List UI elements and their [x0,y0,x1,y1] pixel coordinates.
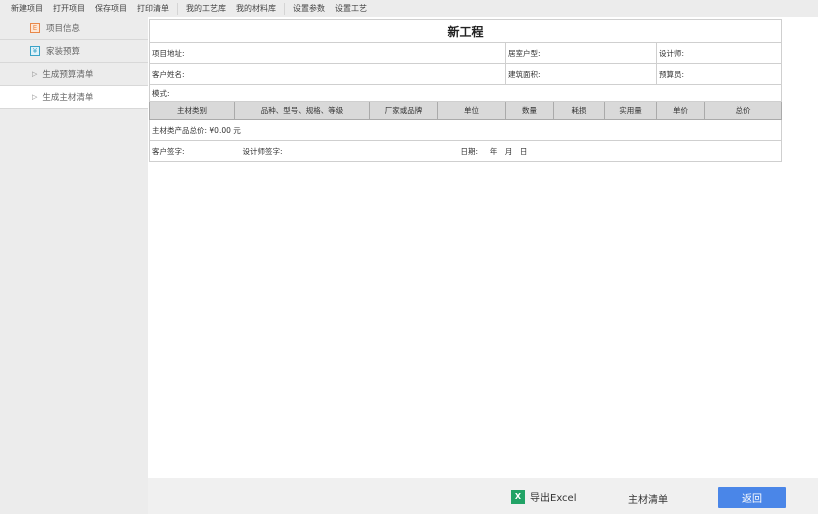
export-excel-button[interactable]: X 导出Excel [511,489,577,504]
settings-params-button[interactable]: 设置参数 [288,3,330,14]
sidebar-item-generate-budget-list[interactable]: ▷ 生成预算清单 [0,63,148,86]
mode-field: 模式: [148,84,783,102]
project-address-field[interactable]: 项目地址: [149,42,506,64]
sidebar-item-project-info[interactable]: E 项目信息 [0,17,148,40]
save-project-button[interactable]: 保存项目 [90,3,132,14]
project-info-icon: E [30,23,40,33]
sidebar-item-generate-material-list[interactable]: ▷ 生成主材清单 [0,86,148,109]
designer-signature: 设计师签字: [234,140,438,162]
column-header: 单位 [437,101,506,120]
bottom-bar: X 导出Excel 主材清单 返回 [148,478,818,514]
column-header: 总价 [703,101,783,120]
main-document: 新工程 项目地址: 居室户型: 设计师: 客户姓名: 建筑面积: 预算员: 模式: 主材… [148,17,818,478]
toolbar: 新建项目 打开项目 保存项目 打印清单 我的工艺库 我的材料库 设置参数 设置工… [0,0,818,17]
material-list-button[interactable]: 主材清单 [628,491,668,506]
sidebar-item-label: 生成主材清单 [42,93,94,103]
sidebar-item-budget[interactable]: ¥ 家装预算 [0,40,148,63]
table-header: 主材类别 品种、型号、规格、等级 厂家或品牌 单位 数量 耗损 实用量 单价 总… [149,101,783,120]
excel-icon: X [511,489,525,504]
my-process-library-button[interactable]: 我的工艺库 [181,3,231,14]
sidebar-item-label: 家装预算 [46,47,81,57]
material-list-table: 新工程 项目地址: 居室户型: 设计师: 客户姓名: 建筑面积: 预算员: 模式: 主材… [148,19,783,162]
house-type-field[interactable]: 居室户型: [505,42,657,64]
divider [177,2,178,15]
column-header: 主材类别 [149,101,235,120]
sidebar: E 项目信息 ¥ 家装预算 ▷ 生成预算清单 ▷ 生成主材清单 [0,17,148,514]
sidebar-item-label: 生成预算清单 [42,70,94,80]
my-material-library-button[interactable]: 我的材料库 [231,3,281,14]
total-price: 主材类产品总价: ¥0.00 元 [148,119,783,141]
document-title: 新工程 [148,19,783,43]
customer-name-field[interactable]: 客户姓名: [149,63,506,85]
export-excel-label: 导出Excel [530,493,577,504]
new-project-button[interactable]: 新建项目 [6,3,48,14]
date-field: 日期: 年 月 日 [437,140,783,162]
column-header: 数量 [505,101,554,120]
column-header: 实用量 [604,101,657,120]
column-header: 厂家或品牌 [369,101,438,120]
settings-process-button[interactable]: 设置工艺 [330,3,372,14]
divider [284,2,285,15]
customer-signature: 客户签字: [149,140,235,162]
column-header: 单价 [656,101,705,120]
back-button[interactable]: 返回 [718,487,786,508]
designer-field[interactable]: 设计师: [655,42,783,64]
print-list-button[interactable]: 打印清单 [132,3,174,14]
triangle-right-icon: ▷ [32,93,38,101]
sidebar-item-label: 项目信息 [46,24,81,34]
column-header: 品种、型号、规格、等级 [234,101,370,120]
column-header: 耗损 [553,101,605,120]
yuan-icon: ¥ [30,46,40,56]
area-field[interactable]: 建筑面积: [505,63,657,85]
open-project-button[interactable]: 打开项目 [48,3,90,14]
budgeter-field[interactable]: 预算员: [655,63,783,85]
triangle-right-icon: ▷ [32,70,38,78]
